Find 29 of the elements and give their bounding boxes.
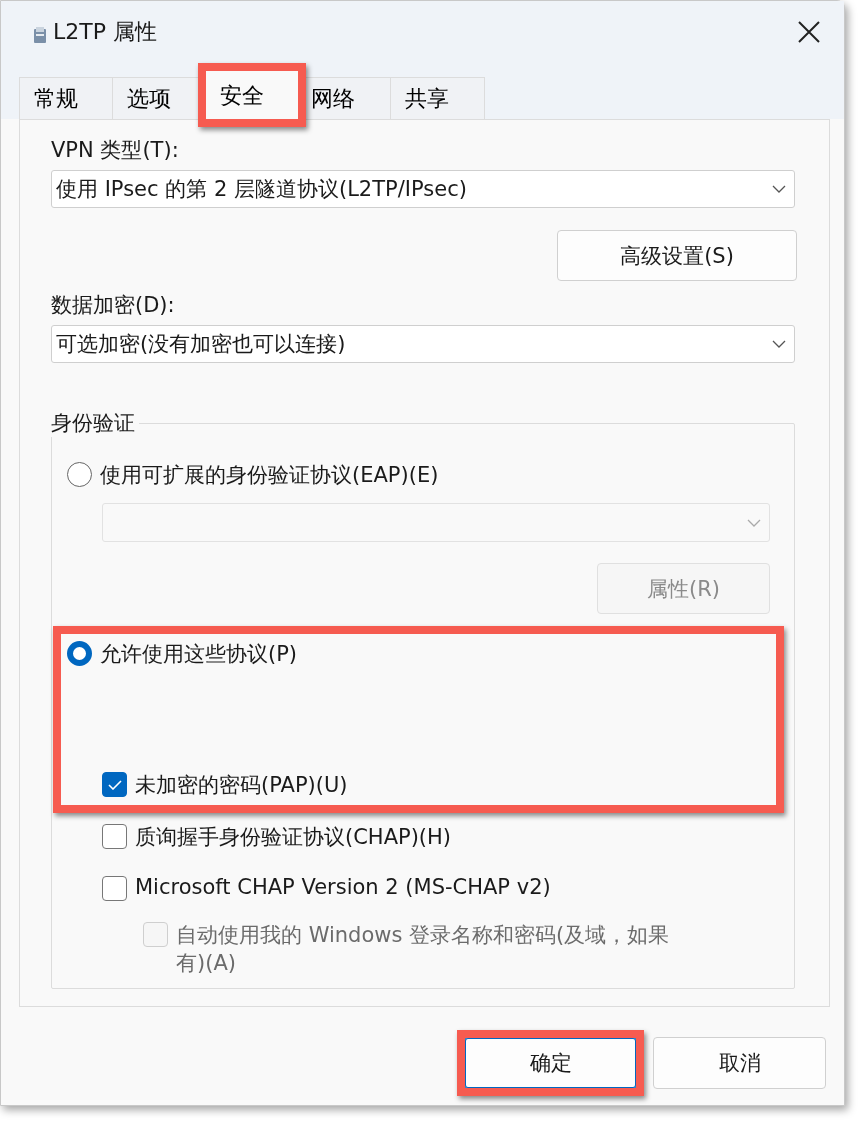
- dropdown[interactable]: 可选加密(没有加密也可以连接): [51, 325, 795, 363]
- radio-button[interactable]: [67, 462, 92, 487]
- radio-button[interactable]: [67, 641, 92, 666]
- dropdown[interactable]: 使用 IPsec 的第 2 层隧道协议(L2TP/IPsec): [51, 170, 795, 208]
- chevron-icon: [772, 185, 786, 193]
- window-title: L2TP 属性: [53, 18, 157, 46]
- checkbox[interactable]: [102, 824, 127, 849]
- option-label: 允许使用这些协议(P): [100, 641, 298, 668]
- option-label: 使用可扩展的身份验证协议(EAP)(E): [100, 462, 439, 489]
- app-icon: [33, 26, 47, 44]
- checkbox-label: Microsoft CHAP Version 2 (MS-CHAP v2): [135, 875, 551, 899]
- checkbox-label: 质询握手身份验证协议(CHAP)(H): [135, 824, 452, 851]
- checkbox[interactable]: [102, 876, 127, 901]
- chevron-icon: [772, 340, 786, 348]
- advanced-settings-button[interactable]: 高级设置(S): [557, 230, 797, 281]
- close-icon: [796, 19, 822, 45]
- tab[interactable]: 共享: [391, 77, 485, 119]
- chevron-icon: [747, 518, 761, 527]
- tab[interactable]: 常规: [19, 77, 113, 119]
- checkbox[interactable]: [102, 772, 127, 797]
- field-label: 数据加密(D):: [51, 292, 176, 319]
- checkbox-label: 未加密的密码(PAP)(U): [135, 772, 348, 799]
- check-icon: [107, 779, 122, 790]
- field-label: VPN 类型(T):: [51, 137, 180, 164]
- close-button[interactable]: [796, 19, 822, 45]
- dialog-button[interactable]: 确定: [464, 1037, 637, 1089]
- dialog-button[interactable]: 取消: [653, 1037, 826, 1089]
- checkbox-label: 自动使用我的 Windows 登录名称和密码(及域，如果有)(A): [176, 922, 671, 977]
- tab[interactable]: 安全: [205, 70, 299, 120]
